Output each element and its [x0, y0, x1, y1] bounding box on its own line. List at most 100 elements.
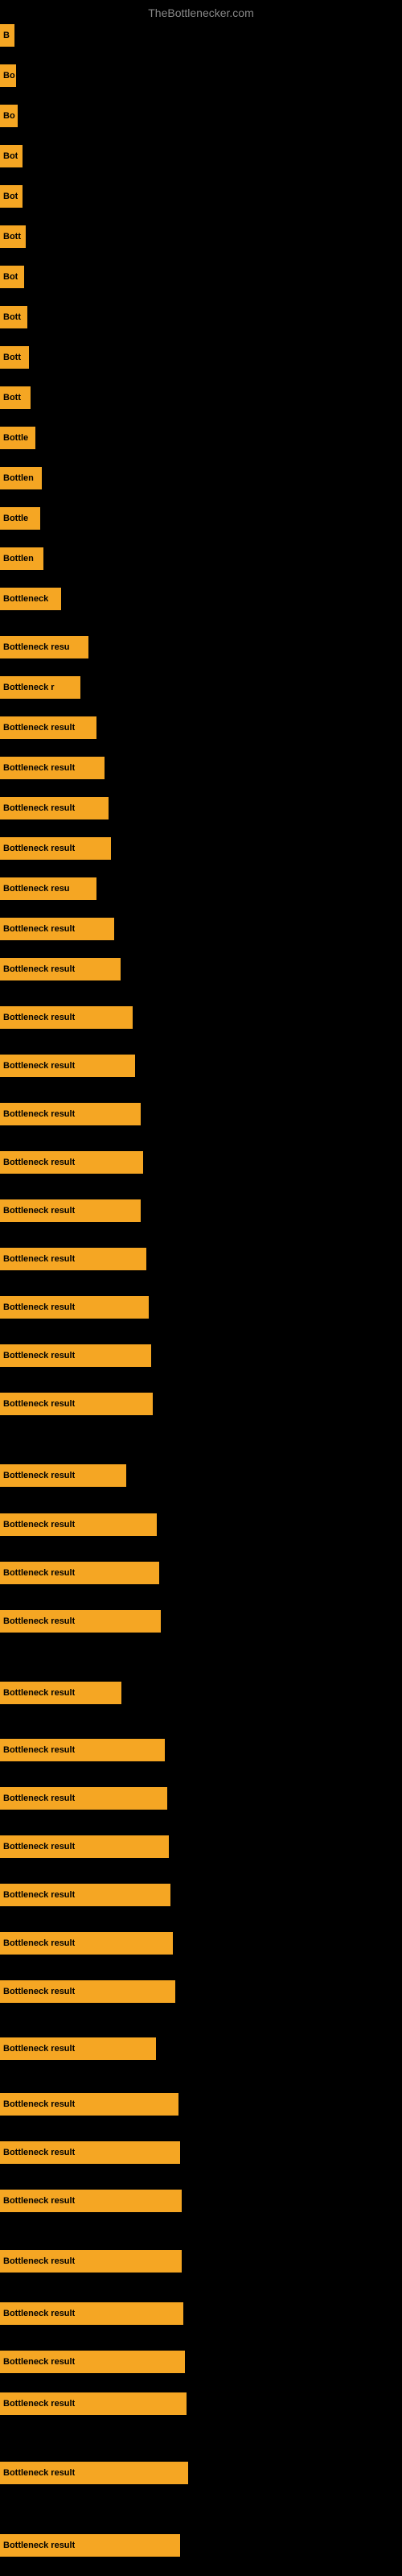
bottleneck-bar-label: Bottle: [3, 433, 28, 443]
bottleneck-bar-label: Bottleneck result: [3, 1302, 75, 1312]
bottleneck-bar: Bottleneck result: [0, 716, 96, 739]
bottleneck-bar-label: Bo: [3, 111, 15, 121]
bottleneck-bar: Bottleneck result: [0, 2037, 156, 2060]
bottleneck-bar-label: Bottleneck result: [3, 1842, 75, 1852]
bottleneck-bar-label: Bottleneck result: [3, 1351, 75, 1360]
bottleneck-bar-label: Bottleneck r: [3, 683, 55, 692]
bottleneck-bar: Bott: [0, 346, 29, 369]
bottleneck-bar-label: Bottleneck result: [3, 1616, 75, 1626]
bottleneck-bar-label: Bottleneck result: [3, 1471, 75, 1480]
bottleneck-bar-label: Bo: [3, 71, 15, 80]
bottleneck-bar-label: Bottleneck: [3, 594, 48, 604]
bottleneck-bar-label: Bottleneck result: [3, 2309, 75, 2318]
bottleneck-bar-label: Bott: [3, 312, 21, 322]
bottleneck-bar: Bottleneck result: [0, 1464, 126, 1487]
bottleneck-bar-label: Bottlen: [3, 554, 34, 564]
bottleneck-bar: Bottleneck result: [0, 2093, 178, 2116]
bottleneck-bar-label: Bottleneck result: [3, 844, 75, 853]
bottleneck-bar: Bo: [0, 64, 16, 87]
bottleneck-bar: Bottleneck result: [0, 1562, 159, 1584]
bottleneck-bar: Bottleneck result: [0, 1884, 170, 1906]
bottleneck-bar: Bottleneck result: [0, 1248, 146, 1270]
bottleneck-bar-label: Bottleneck result: [3, 1206, 75, 1216]
bottleneck-bar: Bottleneck result: [0, 1980, 175, 2003]
bottleneck-bar: Bottleneck result: [0, 1344, 151, 1367]
bottleneck-bar: Bottleneck result: [0, 2250, 182, 2273]
bottleneck-bar: Bottleneck result: [0, 1055, 135, 1077]
bottleneck-bar: Bottleneck result: [0, 1787, 167, 1810]
bottleneck-bar-label: Bottleneck result: [3, 1688, 75, 1698]
bottleneck-bar-label: Bottleneck result: [3, 2044, 75, 2054]
bottleneck-bar-label: Bottleneck result: [3, 1987, 75, 1996]
bottleneck-bar-label: Bottleneck result: [3, 1399, 75, 1409]
bottleneck-bar-label: Bottleneck result: [3, 2196, 75, 2206]
bottleneck-bar: Bottle: [0, 507, 40, 530]
bottleneck-bar-label: Bottle: [3, 514, 28, 523]
bottleneck-bar: Bottleneck result: [0, 1393, 153, 1415]
site-title: TheBottlenecker.com: [148, 6, 254, 19]
bottleneck-bar: Bottleneck resu: [0, 877, 96, 900]
bottleneck-bar: Bot: [0, 266, 24, 288]
bottleneck-bar: Bottleneck result: [0, 2534, 180, 2557]
bottleneck-bar-label: Bott: [3, 353, 21, 362]
bottleneck-bar: Bottleneck result: [0, 958, 121, 980]
bottleneck-bar-label: Bottleneck result: [3, 2357, 75, 2367]
bottleneck-bar-label: Bottleneck result: [3, 1568, 75, 1578]
bottleneck-bar-label: Bott: [3, 232, 21, 242]
bottleneck-bar: Bott: [0, 386, 31, 409]
bottleneck-bar: Bottlen: [0, 467, 42, 489]
bottleneck-bar-label: Bottleneck result: [3, 2399, 75, 2409]
bottleneck-bar-label: Bottleneck result: [3, 1520, 75, 1530]
bottleneck-bar-label: Bottleneck result: [3, 1890, 75, 1900]
bottleneck-bar: Bottleneck result: [0, 918, 114, 940]
bottleneck-bar: Bottleneck result: [0, 797, 109, 819]
bottleneck-bar-label: Bottleneck resu: [3, 884, 70, 894]
bottleneck-bar: B: [0, 24, 14, 47]
bottleneck-bar: Bottleneck result: [0, 2141, 180, 2164]
bottleneck-bar-label: Bottleneck result: [3, 763, 75, 773]
bottleneck-bar-label: Bott: [3, 393, 21, 402]
bottleneck-bar: Bott: [0, 225, 26, 248]
bottleneck-bar: Bottleneck resu: [0, 636, 88, 658]
bottleneck-bar: Bottleneck result: [0, 2351, 185, 2373]
bottleneck-bar-label: Bottleneck result: [3, 1938, 75, 1948]
bottleneck-bar: Bottlen: [0, 547, 43, 570]
bottleneck-bar: Bottleneck result: [0, 2302, 183, 2325]
bottleneck-bar-label: Bottleneck result: [3, 924, 75, 934]
bottleneck-bar: Bottleneck result: [0, 1610, 161, 1633]
bottleneck-bar: Bottleneck: [0, 588, 61, 610]
bottleneck-bar: Bottleneck result: [0, 1103, 141, 1125]
bottleneck-bar-label: Bottleneck result: [3, 1745, 75, 1755]
bottleneck-bar: Bottleneck result: [0, 2462, 188, 2484]
bottleneck-bar-label: Bottleneck result: [3, 803, 75, 813]
bottleneck-bar-label: Bottleneck result: [3, 1158, 75, 1167]
bottleneck-bar-label: Bottleneck result: [3, 1109, 75, 1119]
bottleneck-bar: Bottleneck result: [0, 1296, 149, 1319]
bottleneck-bar: Bottleneck result: [0, 1513, 157, 1536]
bottleneck-bar: Bottleneck result: [0, 837, 111, 860]
bottleneck-bar: Bott: [0, 306, 27, 328]
bottleneck-bar-label: Bottleneck result: [3, 723, 75, 733]
bottleneck-bar: Bottleneck result: [0, 1835, 169, 1858]
bottleneck-bar-label: Bottleneck result: [3, 2256, 75, 2266]
bottleneck-bar: Bot: [0, 145, 23, 167]
bottleneck-bar-label: B: [3, 31, 10, 40]
bottleneck-bar: Bottleneck result: [0, 757, 105, 779]
bottleneck-bar: Bottleneck result: [0, 1682, 121, 1704]
bottleneck-bar-label: Bot: [3, 151, 18, 161]
bottleneck-bar: Bottleneck result: [0, 1151, 143, 1174]
bottleneck-bar-label: Bottleneck result: [3, 2468, 75, 2478]
bottleneck-bar-label: Bottleneck result: [3, 1013, 75, 1022]
bottleneck-bar: Bottleneck result: [0, 1199, 141, 1222]
bottleneck-bar-label: Bottlen: [3, 473, 34, 483]
bottleneck-bar: Bot: [0, 185, 23, 208]
bottleneck-bar-label: Bot: [3, 272, 18, 282]
bottleneck-bar-label: Bottleneck result: [3, 2148, 75, 2157]
bottleneck-bar: Bottleneck result: [0, 2190, 182, 2212]
bottleneck-bar-label: Bottleneck result: [3, 2541, 75, 2550]
bottleneck-bar-label: Bottleneck result: [3, 964, 75, 974]
bottleneck-bar-label: Bottleneck result: [3, 1061, 75, 1071]
bottleneck-bar: Bottleneck result: [0, 2392, 187, 2415]
bottleneck-bar: Bottleneck result: [0, 1739, 165, 1761]
bottleneck-bar: Bottleneck r: [0, 676, 80, 699]
